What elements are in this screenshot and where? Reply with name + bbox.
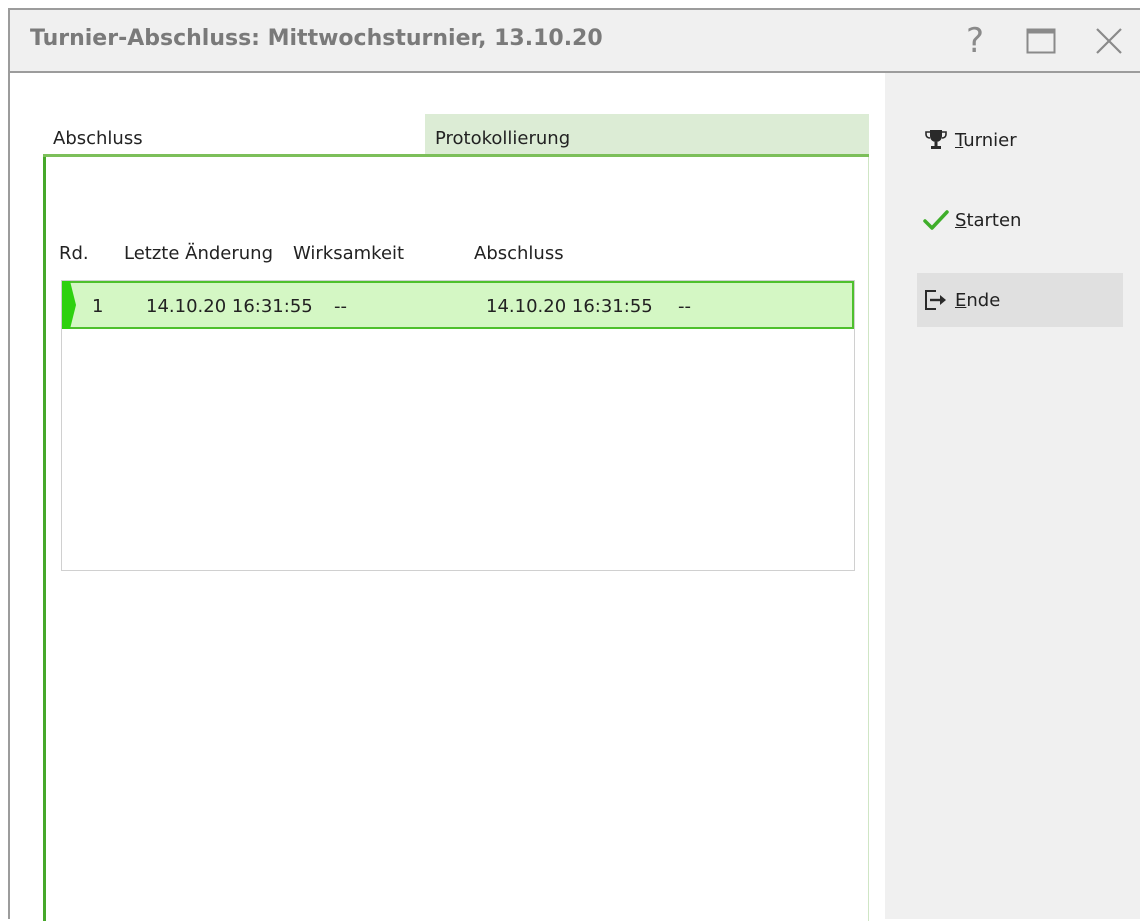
close-button[interactable] — [1088, 20, 1130, 62]
maximize-icon — [1026, 28, 1056, 54]
starten-label: Starten — [955, 209, 1022, 231]
window-title: Turnier-Abschluss: Mittwochsturnier, 13.… — [30, 26, 603, 51]
close-icon — [1096, 28, 1122, 54]
turnier-button[interactable]: Turnier — [917, 113, 1123, 167]
column-header-wirksamkeit: Wirksamkeit — [293, 243, 405, 264]
cell-wirksamkeit: -- — [334, 296, 347, 317]
cell-rd: 1 — [92, 296, 104, 317]
help-button[interactable]: ? — [954, 20, 996, 62]
column-header-rd: Rd. — [59, 243, 89, 264]
ende-label: Ende — [955, 289, 1001, 311]
cell-abschluss: 14.10.20 16:31:55 — [486, 296, 653, 317]
turnier-label: Turnier — [955, 129, 1017, 151]
trophy-icon — [923, 127, 949, 153]
title-bar[interactable]: Turnier-Abschluss: Mittwochsturnier, 13.… — [10, 10, 1140, 73]
cell-letzte-aenderung: 14.10.20 16:31:55 — [146, 296, 313, 317]
starten-button[interactable]: Starten — [917, 193, 1123, 247]
side-panel: Turnier Starten Ende — [885, 73, 1140, 919]
checkmark-icon — [923, 207, 949, 233]
rounds-table[interactable]: 1 14.10.20 16:31:55 -- 14.10.20 16:31:55… — [61, 280, 855, 571]
ende-button[interactable]: Ende — [917, 273, 1123, 327]
tab-abschluss[interactable]: Abschluss — [43, 114, 425, 154]
tab-protokollierung[interactable]: Protokollierung — [425, 114, 869, 154]
exit-icon — [923, 287, 949, 313]
help-icon: ? — [965, 21, 985, 61]
column-header-abschluss: Abschluss — [474, 243, 564, 264]
maximize-button[interactable] — [1020, 20, 1062, 62]
table-row[interactable]: 1 14.10.20 16:31:55 -- 14.10.20 16:31:55… — [62, 281, 854, 329]
dialog-window: Turnier-Abschluss: Mittwochsturnier, 13.… — [8, 8, 1140, 921]
row-selected-marker — [62, 281, 76, 329]
cell-abschluss-extra: -- — [678, 296, 691, 317]
column-header-letzte-aenderung: Letzte Änderung — [124, 243, 274, 264]
tab-strip: Abschluss Protokollierung — [43, 114, 869, 154]
